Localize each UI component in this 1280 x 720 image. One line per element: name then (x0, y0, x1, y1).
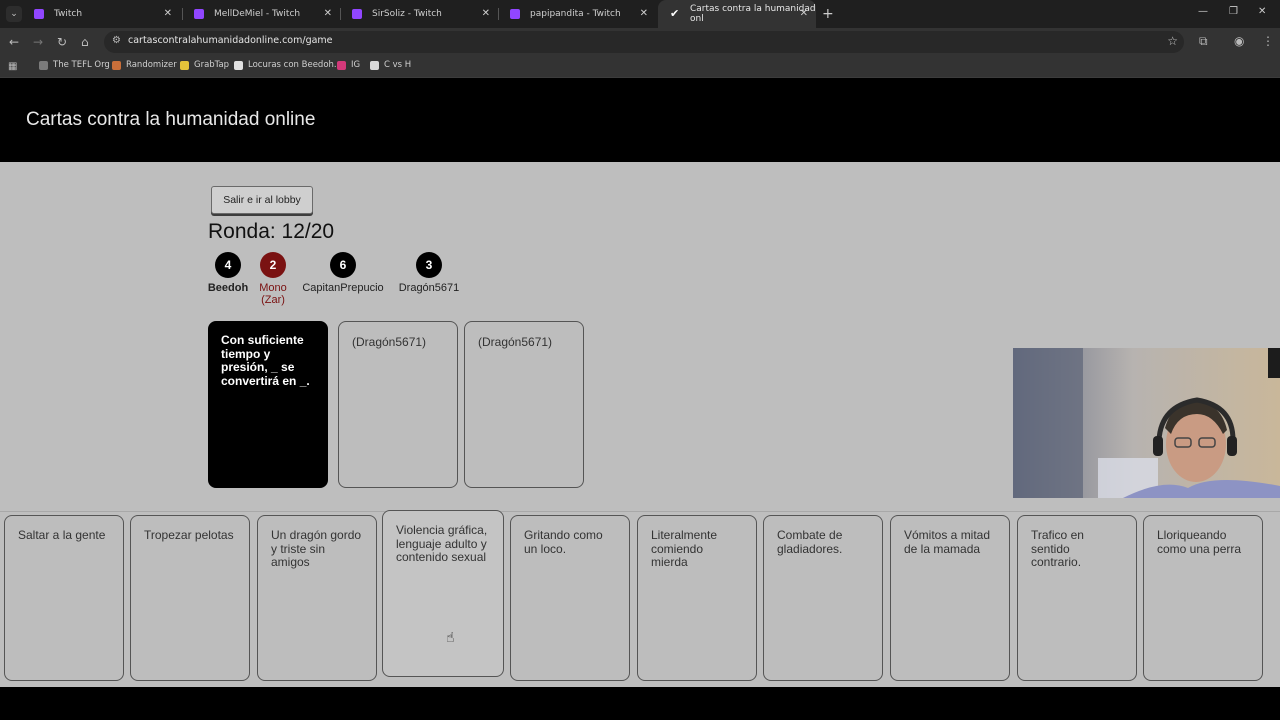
bookmark-randomizer[interactable]: Randomizer (112, 60, 177, 70)
player-score: 3 (416, 252, 442, 278)
tab-label: Twitch (54, 9, 83, 19)
tab-papipandita[interactable]: papipandita - Twitch ✕ (498, 0, 656, 28)
tab-melldemiel[interactable]: MellDeMiel - Twitch ✕ (182, 0, 340, 28)
hand-white-card[interactable]: Literalmente comiendo mierda (637, 515, 757, 681)
hand-white-card[interactable]: Lloriqueando como una perra (1143, 515, 1263, 681)
player-capitanprepucio: 6 CapitanPrepucio (296, 252, 390, 294)
webcam-person-image (1013, 348, 1280, 498)
twitch-icon (34, 9, 44, 19)
hand-white-card[interactable]: Combate de gladiadores. (763, 515, 883, 681)
close-tab-icon[interactable]: ✕ (164, 8, 172, 20)
bookmark-tefl[interactable]: The TEFL Org (39, 60, 110, 70)
close-window-icon[interactable]: ✕ (1258, 6, 1266, 17)
bookmarks-bar: ▦ The TEFL Org Randomizer GrabTap Locura… (0, 56, 1280, 78)
tab-label: Cartas contra la humanidad onl (690, 4, 816, 24)
hand-white-card[interactable]: Saltar a la gente (4, 515, 124, 681)
close-tab-icon[interactable]: ✕ (482, 8, 490, 20)
hand-white-card[interactable]: Un dragón gordo y triste sin amigos (257, 515, 377, 681)
tab-label: SirSoliz - Twitch (372, 9, 442, 19)
bookmark-grabtap[interactable]: GrabTap (180, 60, 229, 70)
close-tab-icon[interactable]: ✕ (324, 8, 332, 20)
tab-sirsoliz[interactable]: SirSoliz - Twitch ✕ (340, 0, 498, 28)
hand-white-card-hovered[interactable]: Violencia gráfica, lenguaje adulto y con… (382, 510, 504, 677)
played-white-card[interactable]: (Dragón5671) (338, 321, 458, 488)
address-toolbar: ← → ↻ ⌂ ⚙ cartascontralahumanidadonline.… (0, 28, 1280, 56)
player-name: CapitanPrepucio (302, 282, 384, 294)
player-name: Beedoh (207, 282, 249, 294)
twitch-icon (352, 9, 362, 19)
twitch-icon (194, 9, 204, 19)
tab-label: papipandita - Twitch (530, 9, 621, 19)
bookmark-icon (370, 60, 379, 70)
player-name: Dragón5671 (398, 282, 460, 294)
tab-cartas-active[interactable]: ✔ Cartas contra la humanidad onl ✕ (658, 0, 816, 28)
bookmark-ig[interactable]: IG (337, 60, 360, 70)
player-mono-czar: 2 Mono (Zar) (254, 252, 292, 306)
menu-icon[interactable]: ⋮ (1262, 34, 1274, 48)
site-header: Cartas contra la humanidad online (0, 80, 1280, 162)
bookmark-star-icon[interactable]: ☆ (1167, 34, 1178, 48)
bottom-bar (0, 687, 1280, 720)
webcam-overlay (1013, 348, 1280, 498)
hand-white-card[interactable]: Gritando como un loco. (510, 515, 630, 681)
site-info-icon[interactable]: ⚙ (112, 35, 121, 46)
url-field[interactable]: ⚙ cartascontralahumanidadonline.com/game… (104, 31, 1184, 53)
bookmark-cvsh[interactable]: C vs H (370, 60, 411, 70)
bookmark-icon (180, 60, 189, 70)
played-white-card[interactable]: (Dragón5671) (464, 321, 584, 488)
player-score: 4 (215, 252, 241, 278)
site-title: Cartas contra la humanidad online (26, 109, 316, 130)
reload-icon[interactable]: ↻ (57, 35, 67, 49)
bookmark-icon (112, 60, 121, 70)
hand-pointer-cursor-icon: ☝ (446, 630, 455, 646)
player-score: 6 (330, 252, 356, 278)
tab-label: MellDeMiel - Twitch (214, 9, 301, 19)
new-tab-icon[interactable]: + (822, 6, 834, 22)
back-icon[interactable]: ← (9, 35, 19, 49)
minimize-icon[interactable]: — (1198, 6, 1208, 17)
extensions-icon[interactable]: ⧉ (1199, 34, 1208, 49)
bookmark-icon (39, 60, 48, 70)
hand-white-card[interactable]: Vómitos a mitad de la mamada (890, 515, 1010, 681)
profile-icon[interactable]: ◉ (1234, 34, 1244, 48)
tab-twitch[interactable]: Twitch ✕ (22, 0, 180, 28)
url-text: cartascontralahumanidadonline.com/game (128, 35, 333, 46)
player-name: Mono (259, 282, 287, 294)
close-tab-icon[interactable]: ✕ (640, 8, 648, 20)
bookmark-locuras[interactable]: Locuras con Beedoh... (234, 60, 342, 70)
home-icon[interactable]: ⌂ (81, 35, 89, 49)
close-tab-icon[interactable]: ✕ (800, 8, 808, 20)
black-question-card: Con suficiente tiempo y presión, _ se co… (208, 321, 328, 488)
game-area: Salir e ir al lobby Ronda: 12/20 4 Beedo… (0, 162, 1280, 687)
player-dragon5671: 3 Dragón5671 (396, 252, 462, 294)
apps-grid-icon[interactable]: ▦ (8, 61, 17, 72)
twitch-icon (510, 9, 520, 19)
hand-divider (0, 511, 1280, 512)
restore-icon[interactable]: ❐ (1229, 6, 1238, 17)
player-beedoh: 4 Beedoh (207, 252, 249, 294)
instagram-icon (337, 60, 346, 70)
forward-icon[interactable]: → (33, 35, 43, 49)
checkmark-icon: ✔ (670, 7, 680, 20)
hand-white-card[interactable]: Trafico en sentido contrario. (1017, 515, 1137, 681)
czar-label: (Zar) (261, 294, 285, 306)
player-score: 2 (260, 252, 286, 278)
hand-white-card[interactable]: Tropezar pelotas (130, 515, 250, 681)
bookmark-icon (234, 60, 243, 70)
browser-tab-bar: ⌄ Twitch ✕ MellDeMiel - Twitch ✕ SirSoli… (0, 0, 1280, 28)
tab-search-icon[interactable]: ⌄ (6, 6, 22, 22)
leave-to-lobby-button[interactable]: Salir e ir al lobby (211, 186, 313, 214)
round-counter: Ronda: 12/20 (208, 220, 335, 243)
